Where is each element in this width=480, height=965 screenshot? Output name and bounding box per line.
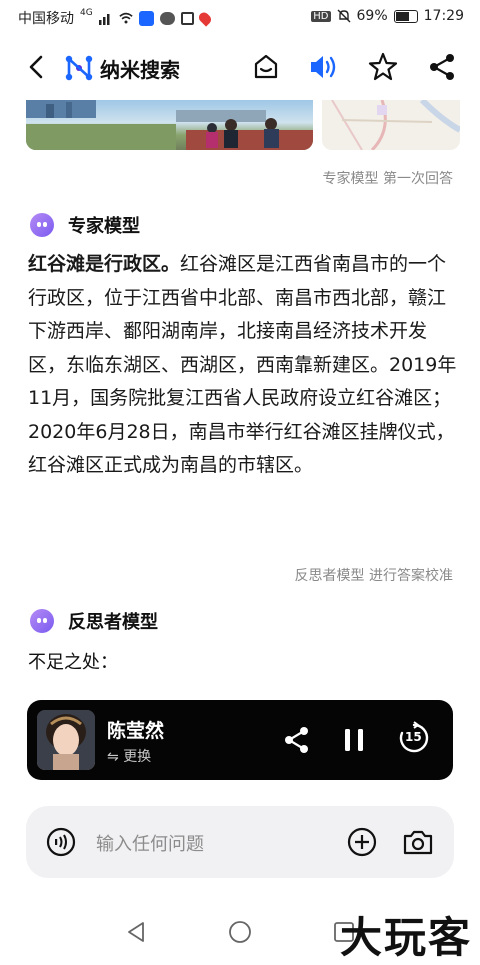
reflect-meta-label: 反思者模型 进行答案校准 bbox=[294, 568, 453, 584]
city-photo-image bbox=[26, 100, 313, 150]
network-label: 4G bbox=[80, 8, 93, 18]
map-thumbnail[interactable] bbox=[322, 100, 460, 150]
skip-seconds-label: 15 bbox=[405, 730, 422, 744]
signal-icon bbox=[98, 14, 110, 25]
speaker-avatar[interactable] bbox=[37, 710, 95, 770]
city-photo-thumbnail[interactable] bbox=[26, 100, 313, 150]
nami-logo-icon bbox=[65, 55, 93, 81]
chat-app-icon bbox=[159, 11, 175, 25]
carrier-label: 中国移动 bbox=[18, 11, 74, 27]
swap-label: 更换 bbox=[123, 749, 152, 765]
voice-player: 陈莹然 ⇋ 更换 15 bbox=[27, 700, 453, 780]
expert-model-header: 专家模型 bbox=[30, 212, 140, 238]
site-watermark: 大玩客 bbox=[339, 913, 472, 962]
reflect-model-header: 反思者模型 bbox=[30, 608, 158, 634]
status-right: HD 69% 17:29 bbox=[311, 8, 464, 24]
star-icon[interactable] bbox=[366, 50, 400, 84]
speaker-icon[interactable] bbox=[306, 50, 340, 84]
add-icon[interactable] bbox=[347, 827, 377, 857]
expert-model-name: 专家模型 bbox=[68, 216, 140, 237]
app-header: 纳米搜索 bbox=[0, 34, 480, 100]
robot-avatar-icon bbox=[30, 609, 54, 633]
location-app-icon bbox=[196, 9, 213, 27]
expert-meta-label: 专家模型 第一次回答 bbox=[322, 171, 453, 187]
voice-input-icon[interactable] bbox=[46, 827, 76, 857]
expert-answer-text: 红谷滩是行政区。红谷滩区是江西省南昌市的一个行政区，位于江西省中北部、南昌市西北… bbox=[28, 248, 458, 483]
mute-bell-icon bbox=[337, 9, 351, 23]
question-input-bar: 输入任何问题 bbox=[26, 806, 454, 878]
k-app-icon bbox=[138, 10, 154, 26]
speaker-name: 陈莹然 bbox=[107, 720, 165, 742]
share-icon[interactable] bbox=[425, 50, 459, 84]
map-image bbox=[331, 100, 460, 150]
reflect-text: 不足之处： bbox=[28, 652, 118, 673]
speaker-portrait-image bbox=[37, 710, 95, 770]
wifi-icon bbox=[119, 12, 133, 24]
answer-body: 红谷滩区是江西省南昌市的一个行政区，位于江西省中北部、南昌市西北部，赣江下游西岸… bbox=[28, 253, 457, 476]
swap-icon: ⇋ bbox=[107, 749, 124, 765]
skip-15-button[interactable]: 15 bbox=[397, 721, 431, 755]
home-icon[interactable] bbox=[249, 50, 283, 84]
clock-time: 17:29 bbox=[423, 8, 464, 24]
back-arrow-icon[interactable] bbox=[22, 52, 52, 82]
nav-back-icon[interactable] bbox=[124, 920, 148, 944]
battery-icon bbox=[393, 9, 418, 23]
pause-icon[interactable] bbox=[339, 724, 369, 756]
robot-avatar-icon bbox=[30, 213, 54, 237]
reflect-model-name: 反思者模型 bbox=[68, 612, 158, 633]
swap-voice-button[interactable]: ⇋ 更换 bbox=[107, 746, 151, 766]
question-input[interactable]: 输入任何问题 bbox=[96, 830, 204, 856]
camera-icon[interactable] bbox=[402, 827, 434, 857]
status-left: 中国移动 4G bbox=[18, 8, 213, 28]
translate-app-icon bbox=[180, 11, 194, 25]
player-share-icon[interactable] bbox=[281, 724, 313, 756]
app-title: 纳米搜索 bbox=[100, 58, 180, 82]
hd-icon: HD bbox=[311, 10, 331, 22]
status-bar: 中国移动 4G HD 69% 17:29 bbox=[0, 0, 480, 34]
battery-percent: 69% bbox=[356, 8, 388, 24]
nav-home-icon[interactable] bbox=[228, 920, 252, 944]
answer-bold-lead: 红谷滩是行政区。 bbox=[28, 253, 181, 275]
